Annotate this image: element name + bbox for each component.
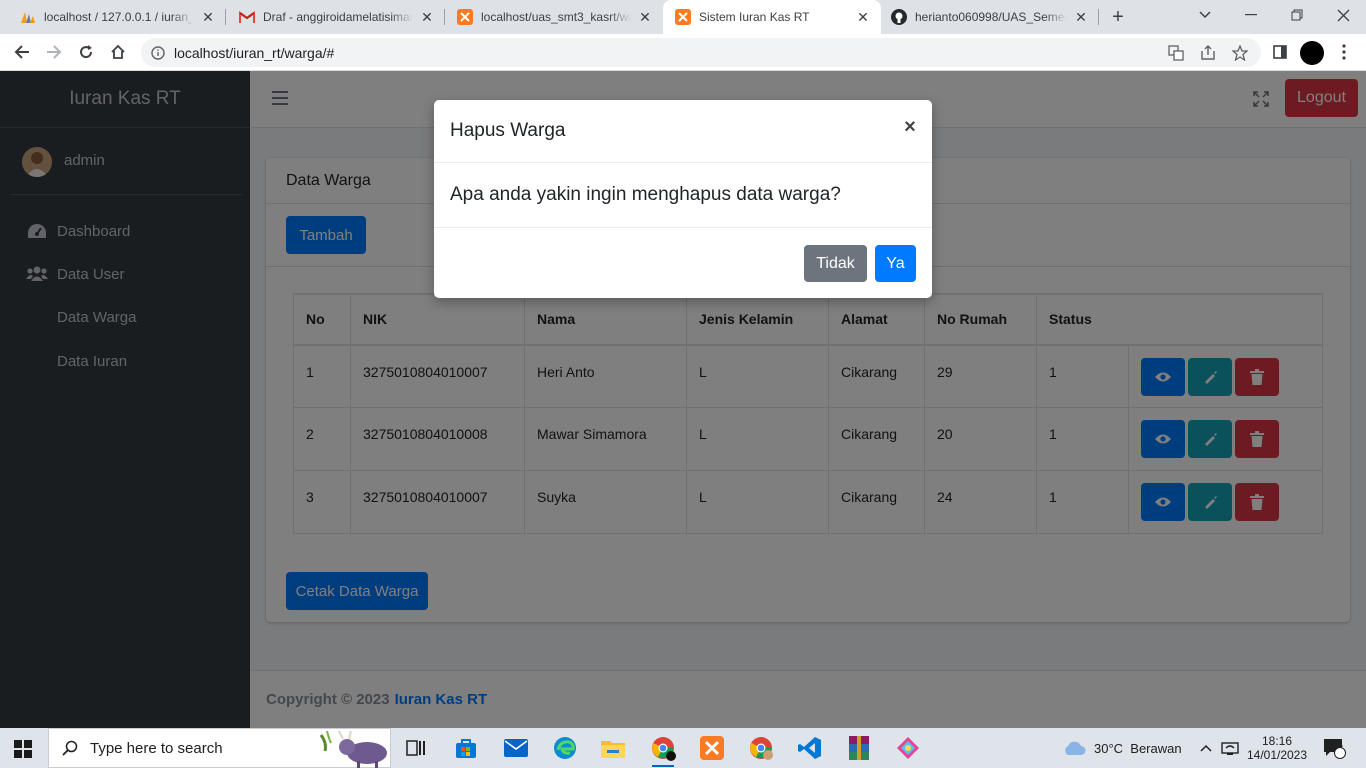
xampp-icon	[457, 9, 473, 25]
tab-title: localhost/uas_smt3_kasrt/warga	[481, 10, 631, 24]
tab-title: Draf - anggiroidamelatisimamora	[263, 10, 413, 24]
back-button[interactable]	[10, 40, 34, 64]
tab-title: herianto060998/UAS_Semester3	[915, 10, 1067, 24]
new-tab-button[interactable]: +	[1106, 6, 1130, 28]
windows-taskbar: Type here to search 30°C Berawan 18:16 1…	[0, 728, 1366, 768]
gmail-icon	[239, 9, 255, 25]
search-highlight-goat-icon	[317, 729, 391, 768]
clock[interactable]: 18:16 14/01/2023	[1246, 728, 1308, 768]
minimize-button[interactable]	[1228, 0, 1274, 30]
windows-start-icon[interactable]	[14, 740, 32, 758]
task-view-icon[interactable]	[403, 736, 429, 760]
profile-avatar[interactable]	[1300, 41, 1324, 65]
browser-toolbar: localhost/iuran_rt/warga/#	[0, 34, 1366, 71]
restore-button[interactable]	[1274, 0, 1320, 30]
forward-button[interactable]	[42, 40, 66, 64]
winrar-icon[interactable]	[846, 736, 872, 760]
hapus-warga-modal: Hapus Warga × Apa anda yakin ingin mengh…	[434, 100, 932, 298]
browser-menu-icon[interactable]	[1332, 40, 1356, 64]
cloud-icon	[1062, 740, 1086, 756]
browser-tab-phpmyadmin[interactable]: localhost / 127.0.0.1 / iuran_rt ✕	[8, 0, 226, 34]
close-icon[interactable]: ✕	[855, 9, 871, 25]
edge-icon[interactable]	[552, 736, 578, 760]
share-icon[interactable]	[1199, 44, 1217, 62]
bookmark-star-icon[interactable]	[1231, 44, 1249, 62]
reload-button[interactable]	[74, 40, 98, 64]
github-icon	[891, 9, 907, 25]
browser-tab-gmail[interactable]: Draf - anggiroidamelatisimamora ✕	[227, 0, 445, 34]
browser-tab-xampp[interactable]: localhost/uas_smt3_kasrt/warga ✕	[445, 0, 663, 34]
close-icon[interactable]: ✕	[200, 9, 216, 25]
close-icon[interactable]: ✕	[1073, 9, 1089, 25]
ya-button[interactable]: Ya	[875, 245, 916, 282]
close-window-button[interactable]	[1320, 0, 1366, 30]
url-text: localhost/iuran_rt/warga/#	[174, 44, 335, 61]
weather-text: 30°C Berawan	[1094, 740, 1182, 756]
tab-title: localhost / 127.0.0.1 / iuran_rt	[44, 10, 194, 24]
search-icon	[62, 740, 78, 756]
search-placeholder: Type here to search	[90, 739, 223, 757]
site-info-icon[interactable]	[151, 45, 165, 60]
modal-message: Apa anda yakin ingin menghapus data warg…	[434, 163, 932, 228]
modal-close-button[interactable]: ×	[903, 117, 917, 137]
clock-date: 14/01/2023	[1246, 748, 1308, 762]
weather-widget[interactable]: 30°C Berawan	[1062, 728, 1182, 768]
tray-chevron-icon[interactable]	[1200, 728, 1212, 768]
xampp-icon[interactable]	[699, 736, 725, 760]
chrome-profile-icon[interactable]	[748, 736, 774, 760]
microsoft-store-icon[interactable]	[453, 736, 479, 760]
close-icon[interactable]: ✕	[419, 9, 435, 25]
network-icon[interactable]	[1221, 728, 1239, 768]
side-panel-icon[interactable]	[1268, 40, 1292, 64]
taskbar-search-input[interactable]: Type here to search	[48, 728, 391, 768]
tab-title: Sistem Iuran Kas RT	[699, 10, 810, 24]
home-button[interactable]	[106, 40, 130, 64]
vscode-icon[interactable]	[797, 736, 823, 760]
clock-time: 18:16	[1261, 734, 1293, 748]
mail-icon[interactable]	[503, 736, 529, 760]
xampp-icon	[675, 9, 691, 25]
tab-search-button[interactable]	[1182, 0, 1228, 30]
notification-center-icon[interactable]: 4	[1322, 728, 1346, 768]
address-bar[interactable]: localhost/iuran_rt/warga/#	[141, 38, 1261, 67]
chrome-icon[interactable]	[650, 736, 676, 767]
browser-tab-github[interactable]: herianto060998/UAS_Semester3 ✕	[881, 0, 1099, 34]
browser-tab-active[interactable]: Sistem Iuran Kas RT ✕	[663, 0, 881, 34]
modal-title: Hapus Warga	[434, 100, 932, 163]
git-kraken-icon[interactable]	[895, 736, 921, 760]
file-explorer-icon[interactable]	[600, 736, 626, 760]
phpmyadmin-icon	[20, 9, 36, 25]
translate-icon[interactable]	[1167, 44, 1185, 62]
notification-count: 4	[1337, 740, 1343, 751]
close-icon[interactable]: ✕	[637, 9, 653, 25]
browser-tab-strip: localhost / 127.0.0.1 / iuran_rt ✕ Draf …	[0, 0, 1366, 34]
tidak-button[interactable]: Tidak	[804, 245, 867, 282]
